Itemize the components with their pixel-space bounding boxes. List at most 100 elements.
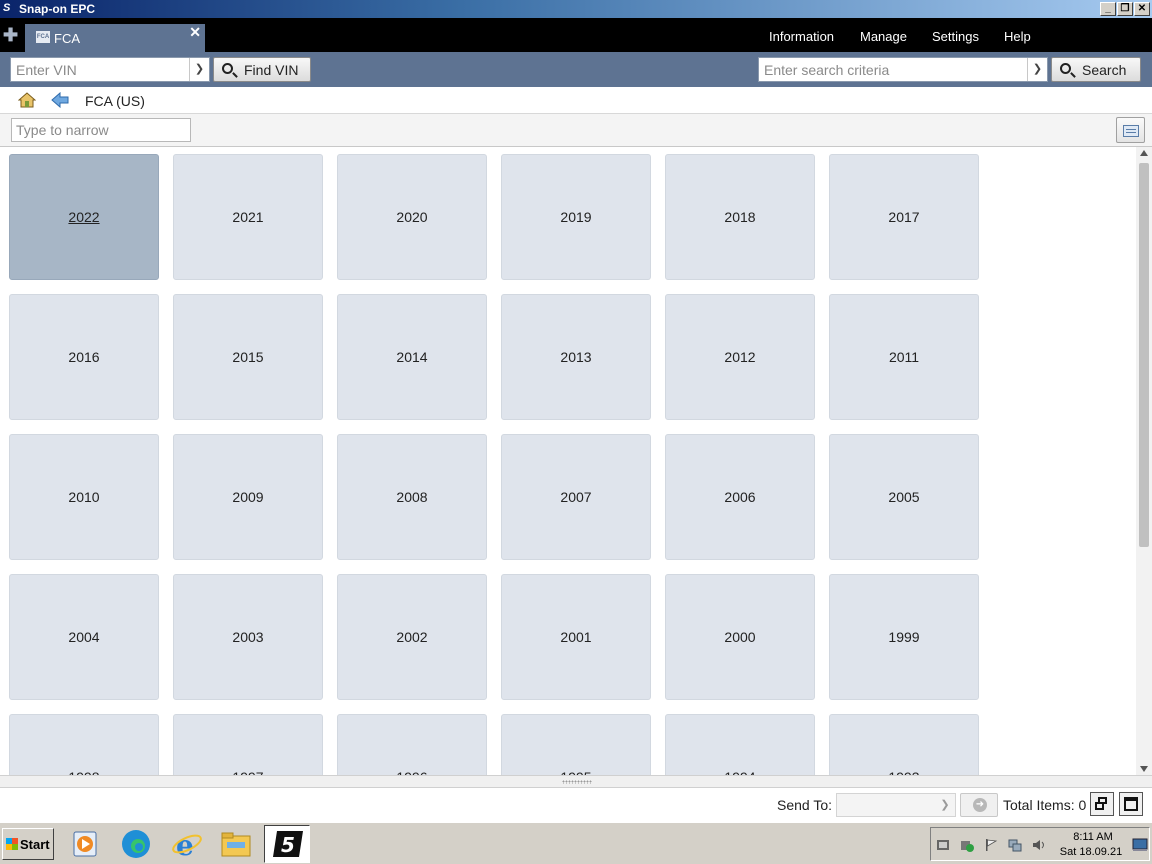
list-view-button[interactable] <box>1116 117 1145 143</box>
search-icon <box>1060 63 1071 74</box>
system-tray: 8:11 AM Sat 18.09.21 <box>930 827 1150 861</box>
windows-logo-icon <box>6 838 18 850</box>
send-to-select[interactable]: ❯ <box>836 793 956 817</box>
year-tile-2005[interactable]: 2005 <box>829 434 979 560</box>
total-items-label: Total Items: <box>1003 797 1075 813</box>
narrow-input[interactable] <box>11 118 191 142</box>
year-tile-2014[interactable]: 2014 <box>337 294 487 420</box>
home-icon[interactable] <box>18 92 36 108</box>
year-tile-2012[interactable]: 2012 <box>665 294 815 420</box>
clock-time: 8:11 AM <box>1073 831 1113 843</box>
window-title: Snap-on EPC <box>19 2 96 16</box>
snapon-logo-icon: 5 <box>273 831 303 857</box>
year-tile-2015[interactable]: 2015 <box>173 294 323 420</box>
arrow-right-icon: ➜ <box>973 798 987 812</box>
year-tile-1994[interactable]: 1994 <box>665 714 815 775</box>
minimize-button[interactable]: _ <box>1100 2 1116 16</box>
menu-information[interactable]: Information <box>769 29 834 44</box>
year-tile-2008[interactable]: 2008 <box>337 434 487 560</box>
fca-logo-icon: FCA <box>36 31 50 43</box>
new-tab-plus-icon[interactable]: ✚ <box>3 26 18 44</box>
year-tile-2019[interactable]: 2019 <box>501 154 651 280</box>
os-taskbar: Start e 5 8:11 AM Sat 18.09.21 <box>0 822 1152 864</box>
find-vin-button[interactable]: Find VIN <box>213 57 311 82</box>
year-tile-1996[interactable]: 1996 <box>337 714 487 775</box>
file-explorer-icon[interactable] <box>219 827 253 861</box>
back-arrow-icon[interactable] <box>51 92 69 108</box>
tab-label: FCA <box>54 31 80 46</box>
scroll-thumb[interactable] <box>1139 163 1149 547</box>
year-tile-1998[interactable]: 1998 <box>9 714 159 775</box>
year-tile-2013[interactable]: 2013 <box>501 294 651 420</box>
security-shield-icon[interactable] <box>960 838 974 852</box>
search-button[interactable]: Search <box>1051 57 1141 82</box>
total-items: Total Items: 0 <box>1003 797 1086 813</box>
vin-input[interactable] <box>11 58 189 81</box>
status-bar: Send To: ❯ ➜ Total Items: 0 <box>0 788 1152 822</box>
edge-browser-icon[interactable] <box>119 827 153 861</box>
chevron-down-icon[interactable]: ❯ <box>189 58 209 81</box>
send-go-button[interactable]: ➜ <box>960 793 998 817</box>
tab-close-icon[interactable]: ✕ <box>189 24 201 41</box>
year-tile-2010[interactable]: 2010 <box>9 434 159 560</box>
chevron-down-icon[interactable]: ❯ <box>1027 58 1047 81</box>
year-tile-2016[interactable]: 2016 <box>9 294 159 420</box>
search-label: Search <box>1082 62 1127 78</box>
action-center-flag-icon[interactable] <box>984 838 998 852</box>
breadcrumb-current: FCA (US) <box>85 93 145 109</box>
chevron-down-icon[interactable]: ❯ <box>935 794 955 816</box>
start-label: Start <box>20 837 50 852</box>
network-icon[interactable] <box>1008 838 1022 852</box>
svg-text:5: 5 <box>281 833 295 857</box>
year-tile-1999[interactable]: 1999 <box>829 574 979 700</box>
volume-speaker-icon[interactable] <box>1032 838 1046 852</box>
year-tile-1995[interactable]: 1995 <box>501 714 651 775</box>
tab-fca[interactable]: FCA FCA ✕ <box>25 24 205 52</box>
media-player-icon[interactable] <box>68 827 102 861</box>
year-tile-2009[interactable]: 2009 <box>173 434 323 560</box>
splitter-grip-icon[interactable] <box>562 780 592 784</box>
year-tile-2020[interactable]: 2020 <box>337 154 487 280</box>
year-tile-2007[interactable]: 2007 <box>501 434 651 560</box>
search-icon <box>222 63 233 74</box>
close-window-button[interactable]: ✕ <box>1134 2 1150 16</box>
maximize-icon <box>1124 797 1138 811</box>
year-tile-2021[interactable]: 2021 <box>173 154 323 280</box>
year-tile-2003[interactable]: 2003 <box>173 574 323 700</box>
year-tile-2004[interactable]: 2004 <box>9 574 159 700</box>
panel-splitter[interactable] <box>0 775 1152 788</box>
search-toolbar: ❯ Find VIN ❯ Search <box>0 52 1152 87</box>
year-tile-2006[interactable]: 2006 <box>665 434 815 560</box>
year-tile-2011[interactable]: 2011 <box>829 294 979 420</box>
total-items-value: 0 <box>1078 797 1087 813</box>
internet-explorer-icon[interactable]: e <box>170 827 204 861</box>
year-tile-2002[interactable]: 2002 <box>337 574 487 700</box>
year-tile-2017[interactable]: 2017 <box>829 154 979 280</box>
restore-window-button[interactable]: ❐ <box>1117 2 1133 16</box>
snapon-app-icon: S <box>3 2 11 14</box>
show-desktop-icon[interactable] <box>1132 838 1148 852</box>
year-tile-1997[interactable]: 1997 <box>173 714 323 775</box>
maximize-panel-button[interactable] <box>1119 792 1143 816</box>
year-tile-2022[interactable]: 2022 <box>9 154 159 280</box>
year-tile-2001[interactable]: 2001 <box>501 574 651 700</box>
list-view-icon <box>1123 125 1139 137</box>
menu-help[interactable]: Help <box>1004 29 1031 44</box>
menu-manage[interactable]: Manage <box>860 29 907 44</box>
year-tile-2000[interactable]: 2000 <box>665 574 815 700</box>
start-button[interactable]: Start <box>2 828 54 860</box>
snapon-epc-taskbar-button[interactable]: 5 <box>264 825 310 863</box>
scroll-down-arrow-icon[interactable] <box>1140 766 1148 772</box>
clock-date: Sat 18.09.21 <box>1059 846 1123 858</box>
vmware-tray-icon[interactable] <box>936 838 950 852</box>
vertical-scrollbar[interactable] <box>1136 147 1152 775</box>
scroll-up-arrow-icon[interactable] <box>1140 150 1148 156</box>
find-vin-label: Find VIN <box>244 62 299 78</box>
year-grid: 2022 2021 2020 2019 2018 2017 2016 2015 2014 2013… <box>0 147 1136 775</box>
send-to-label: Send To: <box>777 797 833 813</box>
restore-panel-button[interactable] <box>1090 792 1114 816</box>
search-input[interactable] <box>759 58 1027 81</box>
year-tile-1993[interactable]: 1993 <box>829 714 979 775</box>
year-tile-2018[interactable]: 2018 <box>665 154 815 280</box>
menu-settings[interactable]: Settings <box>932 29 979 44</box>
